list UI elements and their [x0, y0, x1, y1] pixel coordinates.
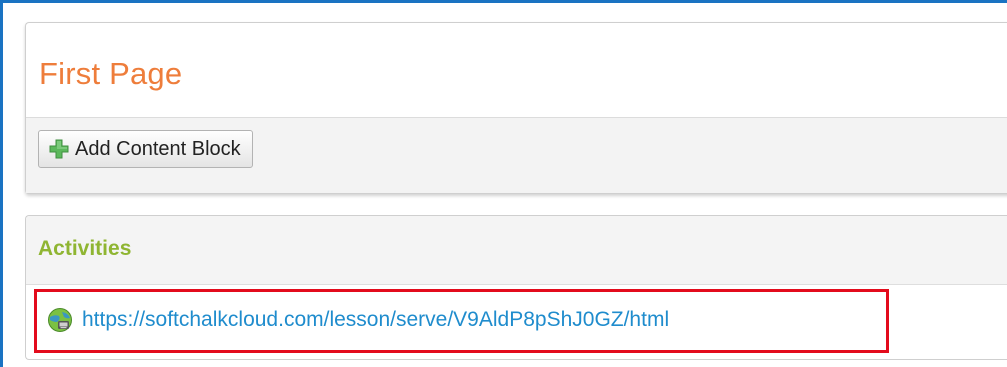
- activities-header: Activities: [26, 216, 1007, 285]
- add-content-block-label: Add Content Block: [75, 138, 241, 160]
- globe-icon: [48, 308, 72, 332]
- activities-heading: Activities: [38, 237, 132, 260]
- add-content-block-button[interactable]: Add Content Block: [38, 130, 253, 168]
- page-panel: First Page Add Content Block: [25, 22, 1007, 194]
- content-frame: First Page Add Content Block Activities: [0, 0, 1007, 367]
- page-toolbar: Add Content Block: [26, 117, 1007, 193]
- plus-icon: [49, 139, 69, 159]
- activity-link[interactable]: https://softchalkcloud.com/lesson/serve/…: [82, 308, 669, 332]
- page-title: First Page: [39, 56, 183, 91]
